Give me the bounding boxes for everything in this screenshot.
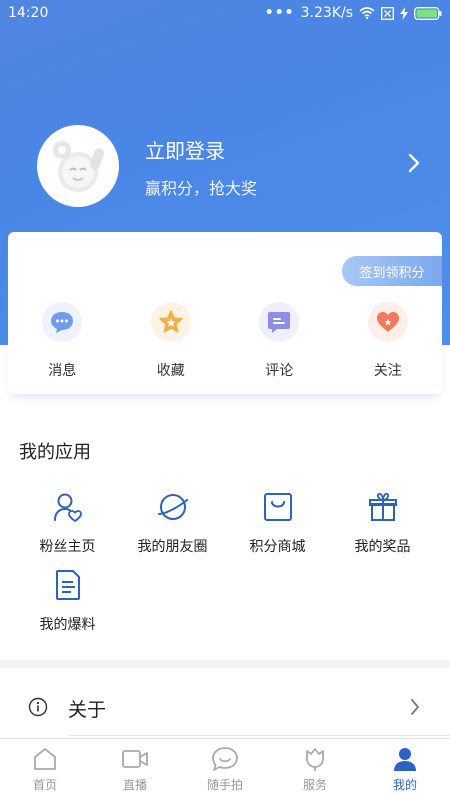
planet-icon [156,490,190,524]
video-icon [121,746,149,772]
about-label: 关于 [68,699,107,721]
apps-section-title: 我的应用 [19,442,91,463]
battery-icon [414,6,442,20]
app-points-mall[interactable]: 积分商城 [225,490,330,568]
comment-icon [259,302,300,342]
apps-grid: 粉丝主页 我的朋友圈 积分商城 我的奖品 我的爆料 [15,490,435,646]
status-time: 14:20 [8,5,49,21]
message-icon [42,302,83,342]
quick-action-following[interactable]: 关注 [334,302,443,382]
gift-icon [366,490,400,524]
status-bar: 14:20 ••• 3.23K/s [0,0,450,26]
row-divider [68,735,450,736]
app-label: 我的奖品 [354,539,411,555]
fan-user-icon [51,490,85,524]
app-label: 我的爆料 [39,617,96,633]
login-title[interactable]: 立即登录 [145,135,225,164]
chevron-right-icon[interactable] [408,153,420,177]
network-speed: 3.23K/s [300,5,353,21]
bottom-nav: 首页 直播 随手拍 服务 我的 [0,738,450,800]
app-label: 我的朋友圈 [137,539,208,555]
nav-label: 直播 [122,778,147,792]
quick-action-label: 关注 [373,363,402,379]
nav-label: 服务 [302,778,327,792]
info-icon [28,697,48,721]
checkin-button[interactable]: 签到领积分 [342,256,442,286]
quick-actions-row: 消息 收藏 评论 关注 [8,302,442,382]
wifi-icon [359,7,375,19]
person-icon [391,746,419,772]
document-icon [51,568,85,602]
home-icon [31,746,59,772]
section-divider [0,660,450,668]
app-label: 粉丝主页 [39,539,96,555]
robot-avatar-icon [53,141,105,192]
app-my-reports[interactable]: 我的爆料 [15,568,120,646]
shop-bag-icon [261,490,295,524]
nav-snapshot[interactable]: 随手拍 [180,739,270,800]
quick-action-messages[interactable]: 消息 [8,302,117,382]
nav-service[interactable]: 服务 [270,739,360,800]
nav-label: 我的 [392,778,417,792]
quick-action-label: 消息 [48,363,77,379]
chevron-right-icon [410,698,420,720]
app-fan-homepage[interactable]: 粉丝主页 [15,490,120,568]
quick-action-favorites[interactable]: 收藏 [117,302,226,382]
about-row[interactable]: 关于 [0,680,450,736]
quick-action-comments[interactable]: 评论 [225,302,334,382]
no-sim-icon [381,6,394,20]
tulip-icon [301,746,329,772]
nav-mine[interactable]: 我的 [360,739,450,800]
quick-action-label: 评论 [265,363,294,379]
quick-action-label: 收藏 [156,363,185,379]
status-indicators: ••• 3.23K/s [265,5,442,21]
login-subtitle: 赢积分，抢大奖 [145,179,258,198]
nav-live[interactable]: 直播 [90,739,180,800]
status-dots: ••• [264,5,295,21]
camera-chat-icon [211,746,239,772]
avatar[interactable] [37,125,119,207]
quick-actions-card: 签到领积分 消息 收藏 评论 关注 [8,232,442,394]
star-icon [150,302,191,342]
nav-label: 首页 [32,778,57,792]
app-my-prizes[interactable]: 我的奖品 [330,490,435,568]
charging-icon [400,6,408,20]
heart-icon [367,302,408,342]
app-label: 积分商城 [249,539,306,555]
app-friend-circle[interactable]: 我的朋友圈 [120,490,225,568]
nav-home[interactable]: 首页 [0,739,90,800]
nav-label: 随手拍 [206,778,243,792]
